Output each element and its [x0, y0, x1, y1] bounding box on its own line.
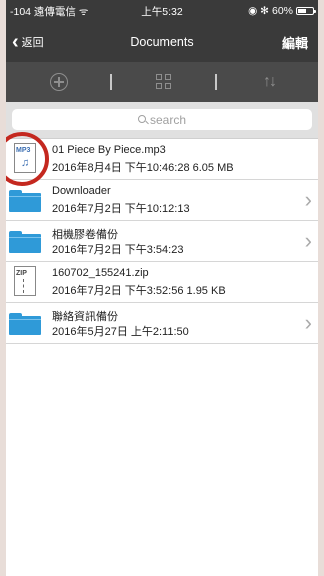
- list-item[interactable]: ZIP 160702_155241.zip 2016年7月2日 下午3:52:5…: [6, 262, 318, 303]
- page-title: Documents: [130, 35, 194, 49]
- file-name: 聯絡資訊備份: [52, 311, 118, 323]
- file-meta: 2016年7月2日 下午3:54:23: [52, 244, 184, 256]
- search-placeholder: search: [149, 112, 187, 127]
- app-screen: -104 遠傳電信 ᯤ 上午5:32 ◉ ✻ 60% ‹ 返回 Document…: [6, 0, 318, 576]
- back-button[interactable]: ‹ 返回: [12, 32, 44, 52]
- file-list: MP3 ♫ 01 Piece By Piece.mp3 2016年8月4日 下午1…: [6, 139, 318, 344]
- sort-icon[interactable]: ↑↓: [263, 72, 277, 92]
- chevron-right-icon: ›: [304, 228, 312, 253]
- search-icon: [137, 114, 146, 123]
- search-bar: search: [6, 102, 318, 139]
- folder-icon: [9, 306, 41, 339]
- file-meta: 2016年5月27日 上午2:11:50: [52, 326, 189, 338]
- search-input[interactable]: search: [12, 109, 312, 130]
- list-item[interactable]: Downloader 2016年7月2日 下午10:12:13 ›: [6, 180, 318, 221]
- list-item[interactable]: 聯絡資訊備份 2016年5月27日 上午2:11:50 ›: [6, 303, 318, 344]
- back-label: 返回: [21, 37, 44, 49]
- list-item[interactable]: 相機膠卷備份 2016年7月2日 下午3:54:23 ›: [6, 221, 318, 262]
- file-meta: 2016年8月4日 下午10:46:28 6.05 MB: [52, 162, 234, 174]
- toolbar-divider: [110, 74, 112, 90]
- navigation-bar: ‹ 返回 Documents 編輯: [6, 22, 318, 62]
- zip-file-icon: ZIP: [9, 265, 41, 298]
- add-circle-icon[interactable]: [50, 73, 68, 91]
- chevron-right-icon: ›: [304, 310, 312, 335]
- status-right: ◉ ✻ 60%: [248, 5, 316, 17]
- grid-view-icon[interactable]: [156, 74, 172, 90]
- chevron-right-icon: ›: [304, 187, 312, 212]
- edit-button[interactable]: 編輯: [282, 33, 308, 52]
- status-icons: ◉ ✻: [248, 5, 269, 17]
- chevron-left-icon: ‹: [12, 31, 19, 53]
- file-meta: 2016年7月2日 下午3:52:56 1.95 KB: [52, 285, 226, 297]
- folder-icon: [9, 224, 41, 257]
- battery-icon: [296, 7, 316, 15]
- file-meta: 2016年7月2日 下午10:12:13: [52, 203, 190, 215]
- file-name: Downloader: [52, 185, 111, 197]
- toolbar: ↑↓: [6, 62, 318, 102]
- file-name: 01 Piece By Piece.mp3: [52, 144, 166, 156]
- list-item[interactable]: MP3 ♫ 01 Piece By Piece.mp3 2016年8月4日 下午1…: [6, 139, 318, 180]
- battery-percent: 60%: [271, 5, 293, 17]
- folder-icon: [9, 183, 41, 216]
- file-name: 160702_155241.zip: [52, 267, 149, 279]
- file-name: 相機膠卷備份: [52, 229, 118, 241]
- toolbar-divider: [215, 74, 217, 90]
- status-bar: -104 遠傳電信 ᯤ 上午5:32 ◉ ✻ 60%: [6, 0, 318, 22]
